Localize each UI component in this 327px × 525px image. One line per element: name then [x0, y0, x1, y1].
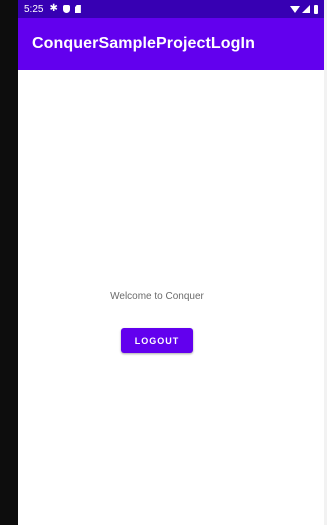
- device-frame: 5:25 ✱ ConquerSampleProjectLogIn Welcome…: [0, 0, 327, 525]
- shield-icon: [62, 5, 70, 13]
- battery-icon: [314, 4, 318, 14]
- status-bar: 5:25 ✱: [18, 0, 324, 18]
- gear-icon: ✱: [49, 3, 58, 14]
- welcome-text: Welcome to Conquer: [110, 291, 204, 302]
- status-icons-left: ✱: [49, 3, 81, 14]
- logout-button[interactable]: LOGOUT: [121, 328, 193, 353]
- main-content: Welcome to Conquer LOGOUT: [0, 70, 306, 525]
- wifi-icon: [290, 5, 300, 13]
- app-bar: ConquerSampleProjectLogIn: [18, 18, 324, 70]
- sdcard-icon: [74, 5, 81, 13]
- status-time: 5:25: [24, 3, 44, 15]
- status-icons-right: [290, 4, 318, 14]
- signal-icon: [302, 5, 310, 13]
- app-title: ConquerSampleProjectLogIn: [32, 35, 255, 52]
